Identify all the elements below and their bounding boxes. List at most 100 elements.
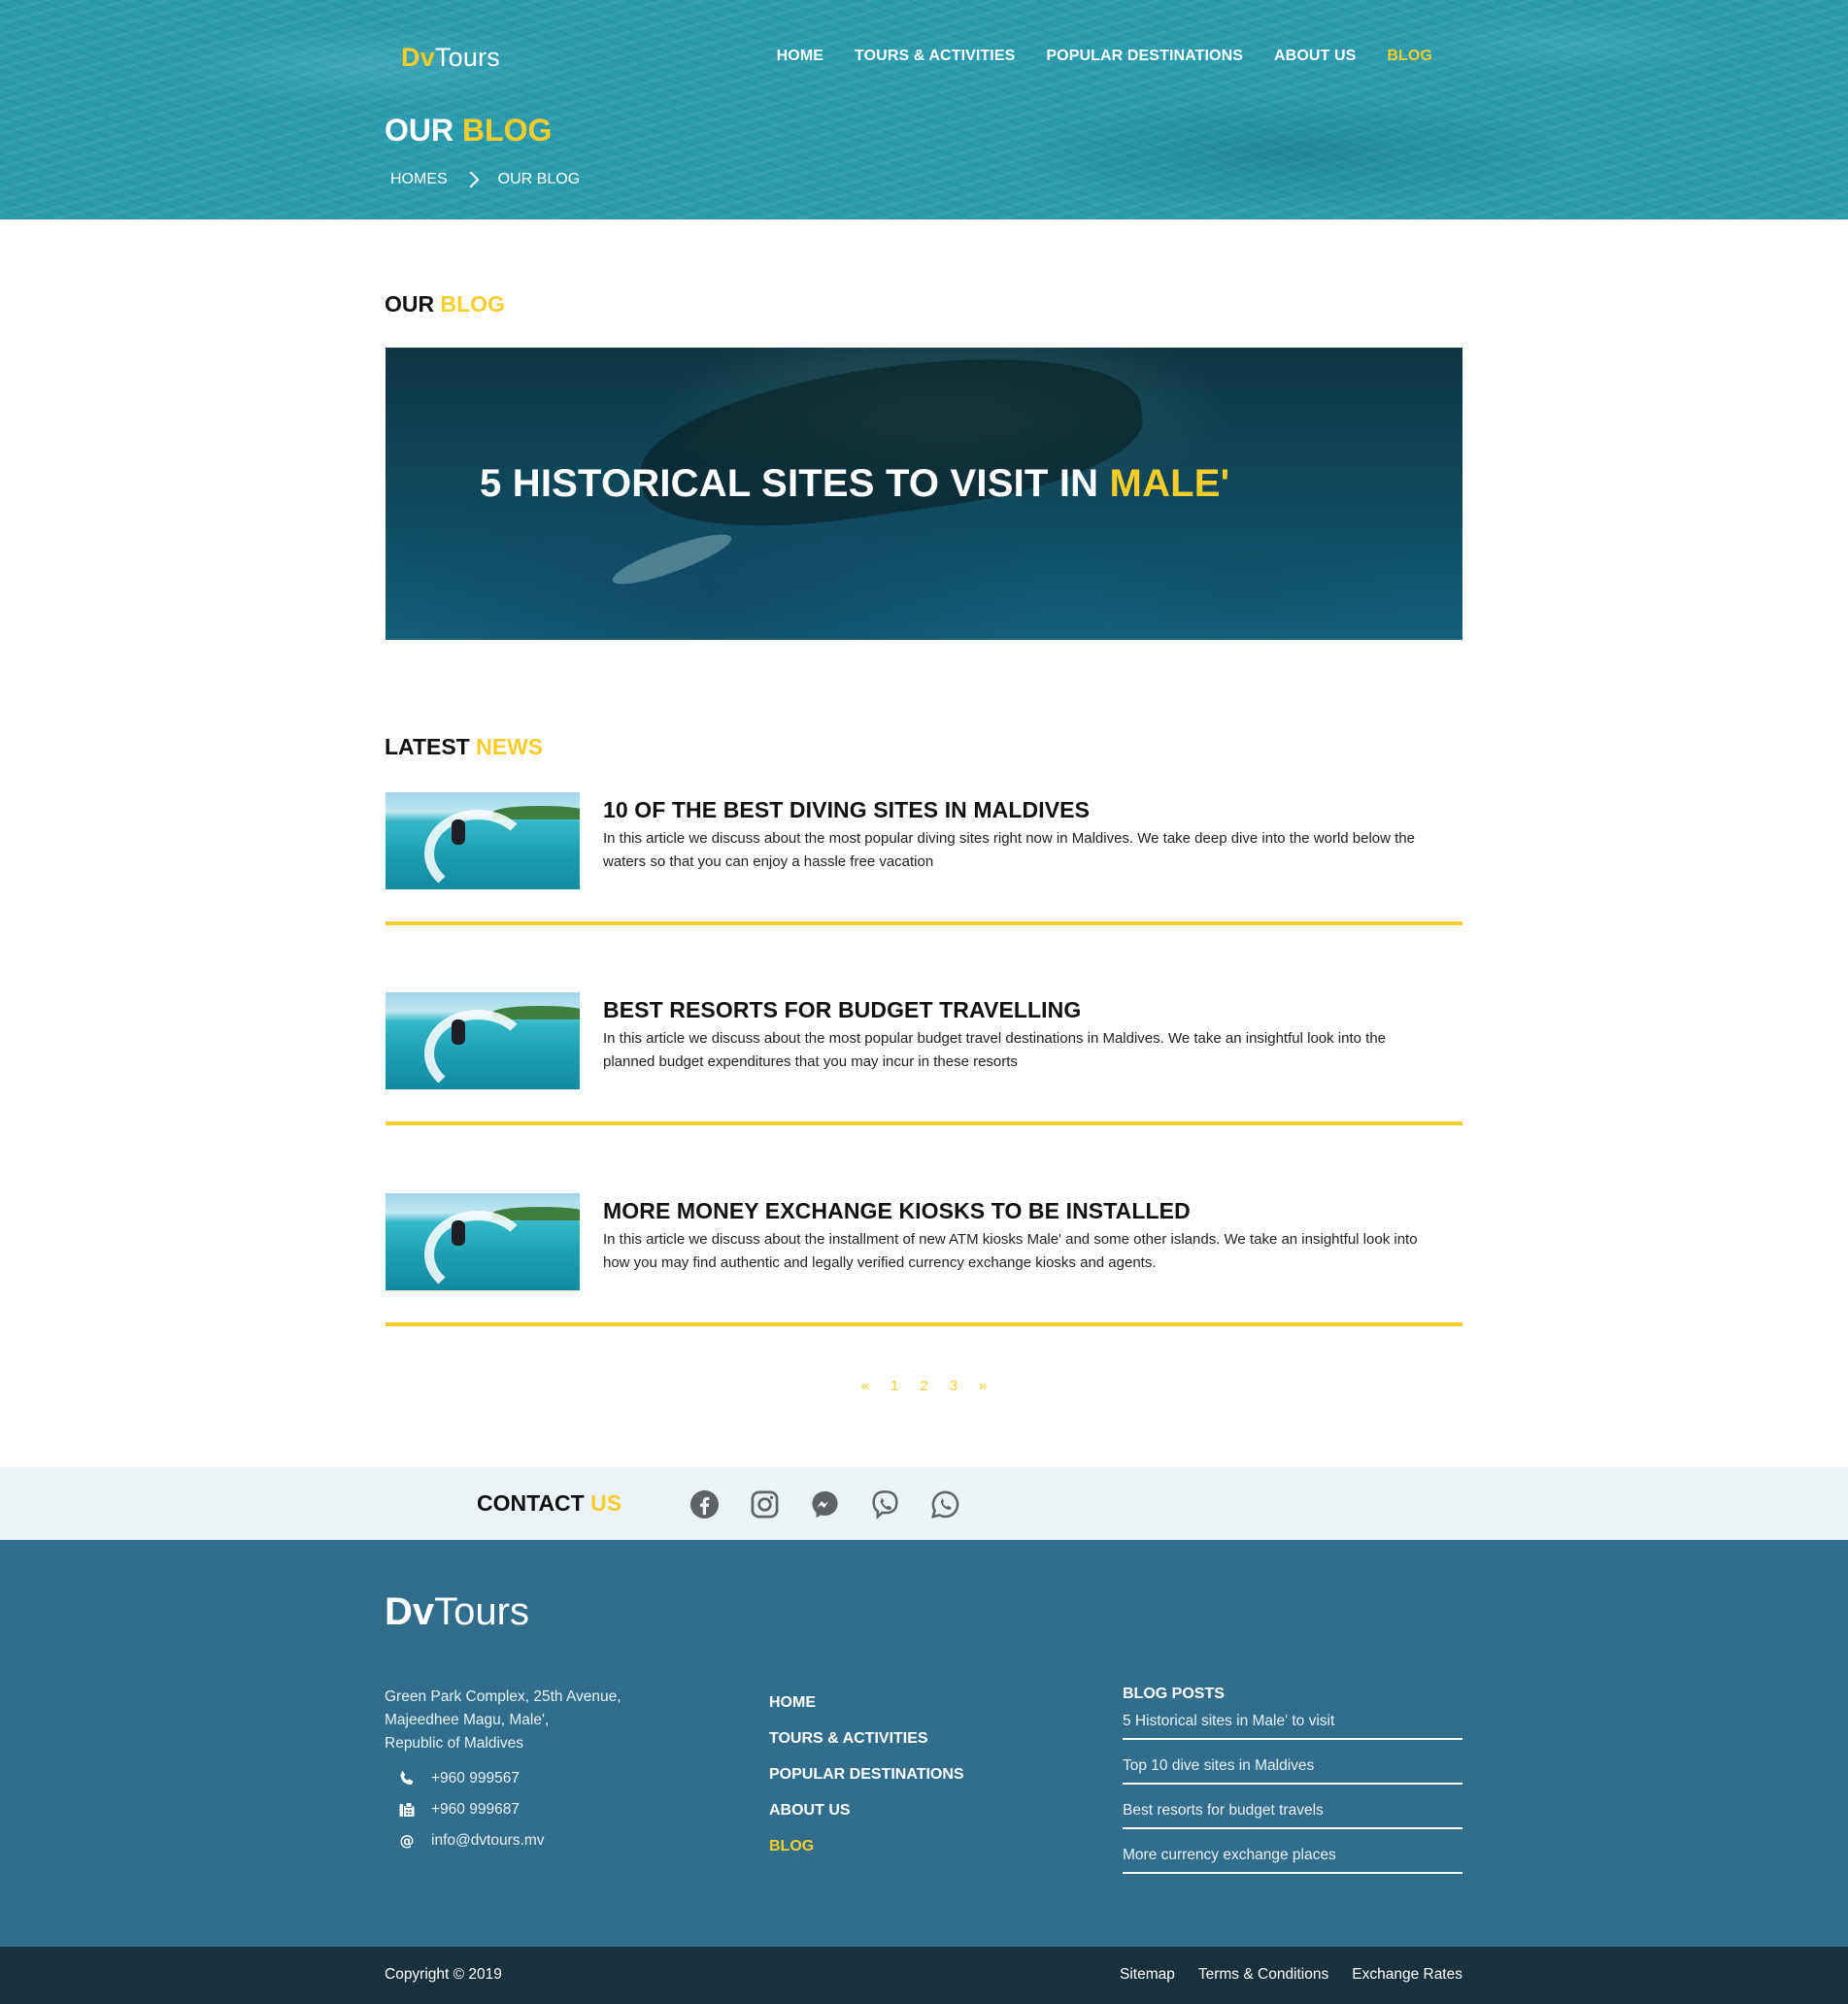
- phone-icon: [400, 1771, 414, 1786]
- blog-section-title-a: OUR: [385, 291, 441, 317]
- news-thumbnail[interactable]: [386, 1193, 580, 1290]
- news-title[interactable]: BEST RESORTS FOR BUDGET TRAVELLING: [603, 997, 1081, 1023]
- copyright: Copyright © 2019: [385, 1966, 502, 1983]
- featured-post-card[interactable]: 5 HISTORICAL SITES TO VISIT IN MALE': [386, 348, 1462, 640]
- viber-link[interactable]: [870, 1489, 900, 1520]
- bottom-links: Sitemap Terms & Conditions Exchange Rate…: [1120, 1966, 1462, 1984]
- pagination: « 1 2 3 »: [0, 1378, 1848, 1394]
- facebook-icon: [689, 1489, 720, 1520]
- featured-post-title-a: 5 HISTORICAL SITES TO VISIT IN: [480, 462, 1110, 505]
- news-thumbnail[interactable]: [386, 992, 580, 1089]
- thumbnail-wave: [424, 810, 531, 889]
- brand-logo[interactable]: DvTours: [401, 43, 500, 73]
- footer-brand-second: Tours: [434, 1590, 529, 1633]
- hero-header: DvTours HOME TOURS & ACTIVITIES POPULAR …: [0, 0, 1848, 219]
- whatsapp-icon: [931, 1490, 959, 1519]
- page-title: OUR BLOG: [385, 113, 552, 149]
- pagination-page-3[interactable]: 3: [950, 1378, 958, 1394]
- news-excerpt: In this article we discuss about the mos…: [603, 830, 1415, 870]
- facebook-link[interactable]: [689, 1489, 720, 1520]
- phone-number[interactable]: +960 999567: [431, 1770, 520, 1787]
- address-line: Republic of Maldives: [385, 1735, 524, 1752]
- footer-blog-title: BLOG POSTS: [1123, 1686, 1225, 1702]
- featured-image-diver-fin: [608, 525, 736, 593]
- page-title-a: OUR: [385, 113, 462, 148]
- breadcrumb-home[interactable]: HOMES: [390, 171, 448, 188]
- featured-image-shipwreck: [630, 348, 1151, 548]
- exchange-rates-link[interactable]: Exchange Rates: [1352, 1966, 1462, 1984]
- pagination-prev[interactable]: «: [861, 1378, 869, 1394]
- pagination-page-2[interactable]: 2: [920, 1378, 927, 1394]
- main-nav: HOME TOURS & ACTIVITIES POPULAR DESTINAT…: [777, 48, 1432, 65]
- featured-post-title: 5 HISTORICAL SITES TO VISIT IN MALE': [480, 462, 1229, 506]
- footer-brand-first: Dv: [385, 1590, 435, 1633]
- footer-blog-link[interactable]: More currency exchange places: [1123, 1841, 1462, 1874]
- pagination-next[interactable]: »: [979, 1378, 987, 1394]
- news-item[interactable]: 10 OF THE BEST DIVING SITES IN MALDIVES …: [386, 792, 1462, 925]
- news-title[interactable]: MORE MONEY EXCHANGE KIOSKS TO BE INSTALL…: [603, 1198, 1191, 1224]
- email-address[interactable]: info@dvtours.mv: [431, 1832, 545, 1850]
- brand-logo-second: Tours: [434, 43, 500, 72]
- footer-brand-logo[interactable]: DvTours: [385, 1590, 529, 1634]
- nav-popular-destinations[interactable]: POPULAR DESTINATIONS: [1046, 48, 1243, 65]
- at-sign-icon: @: [400, 1832, 415, 1850]
- news-excerpt: In this article we discuss about the ins…: [603, 1231, 1418, 1271]
- news-section-title-a: LATEST: [385, 734, 477, 759]
- messenger-icon: [812, 1490, 838, 1519]
- fax-icon: [399, 1802, 415, 1817]
- news-title[interactable]: 10 OF THE BEST DIVING SITES IN MALDIVES: [603, 797, 1090, 823]
- featured-post-title-b: MALE': [1109, 462, 1230, 505]
- bottom-bar: Copyright © 2019 Sitemap Terms & Conditi…: [0, 1947, 1848, 2004]
- footer-nav: HOME TOURS & ACTIVITIES POPULAR DESTINAT…: [769, 1694, 964, 1855]
- contact-title-b: US: [590, 1490, 622, 1516]
- pagination-page-1[interactable]: 1: [890, 1378, 898, 1394]
- breadcrumb-current: OUR BLOG: [497, 171, 581, 187]
- brand-logo-first: Dv: [401, 43, 435, 72]
- breadcrumb: HOMES OUR BLOG: [390, 171, 580, 188]
- footer-nav-tours-activities[interactable]: TOURS & ACTIVITIES: [769, 1730, 964, 1748]
- thumbnail-surfer: [452, 819, 465, 845]
- chevron-right-icon: [462, 171, 480, 188]
- address-line: Majeedhee Magu, Male',: [385, 1712, 550, 1728]
- footer-nav-about-us[interactable]: ABOUT US: [769, 1802, 964, 1820]
- footer-fax: +960 999687: [398, 1801, 520, 1819]
- social-links: [689, 1489, 960, 1520]
- terms-link[interactable]: Terms & Conditions: [1198, 1966, 1328, 1984]
- footer-phone: +960 999567: [398, 1770, 520, 1787]
- news-section-title: LATEST NEWS: [385, 734, 543, 760]
- nav-blog[interactable]: BLOG: [1387, 48, 1432, 65]
- svg-text:@: @: [400, 1832, 415, 1850]
- thumbnail-wave: [424, 1010, 531, 1089]
- news-item[interactable]: MORE MONEY EXCHANGE KIOSKS TO BE INSTALL…: [386, 1193, 1462, 1326]
- blog-section-title: OUR BLOG: [385, 291, 505, 317]
- contact-title-a: CONTACT: [477, 1490, 591, 1516]
- footer-nav-popular-destinations[interactable]: POPULAR DESTINATIONS: [769, 1766, 964, 1784]
- thumbnail-surfer: [452, 1220, 465, 1246]
- news-item[interactable]: BEST RESORTS FOR BUDGET TRAVELLING In th…: [386, 992, 1462, 1125]
- footer-blog-link[interactable]: 5 Historical sites in Male' to visit: [1123, 1707, 1462, 1740]
- news-excerpt: In this article we discuss about the mos…: [603, 1030, 1387, 1070]
- nav-home[interactable]: HOME: [777, 48, 823, 65]
- whatsapp-link[interactable]: [930, 1489, 960, 1520]
- fax-number: +960 999687: [431, 1801, 520, 1818]
- thumbnail-surfer: [452, 1019, 465, 1045]
- messenger-link[interactable]: [810, 1489, 840, 1520]
- blog-section-title-b: BLOG: [440, 291, 505, 317]
- page-title-b: BLOG: [462, 113, 553, 148]
- sitemap-link[interactable]: Sitemap: [1120, 1966, 1175, 1984]
- news-thumbnail[interactable]: [386, 792, 580, 889]
- footer-nav-home[interactable]: HOME: [769, 1694, 964, 1712]
- instagram-icon: [751, 1490, 779, 1519]
- thumbnail-wave: [424, 1211, 531, 1290]
- footer-blog-link[interactable]: Top 10 dive sites in Maldives: [1123, 1752, 1462, 1785]
- address-line: Green Park Complex, 25th Avenue,: [385, 1688, 622, 1705]
- footer-nav-blog[interactable]: BLOG: [769, 1838, 964, 1855]
- footer-blog-link[interactable]: Best resorts for budget travels: [1123, 1796, 1462, 1829]
- footer-blog-posts: BLOG POSTS 5 Historical sites in Male' t…: [1123, 1686, 1462, 1886]
- nav-about-us[interactable]: ABOUT US: [1274, 48, 1356, 65]
- instagram-link[interactable]: [750, 1489, 780, 1520]
- footer-address: Green Park Complex, 25th Avenue, Majeedh…: [385, 1686, 622, 1755]
- nav-tours-activities[interactable]: TOURS & ACTIVITIES: [855, 48, 1015, 65]
- contact-title: CONTACT US: [477, 1490, 622, 1517]
- viber-icon: [872, 1490, 898, 1520]
